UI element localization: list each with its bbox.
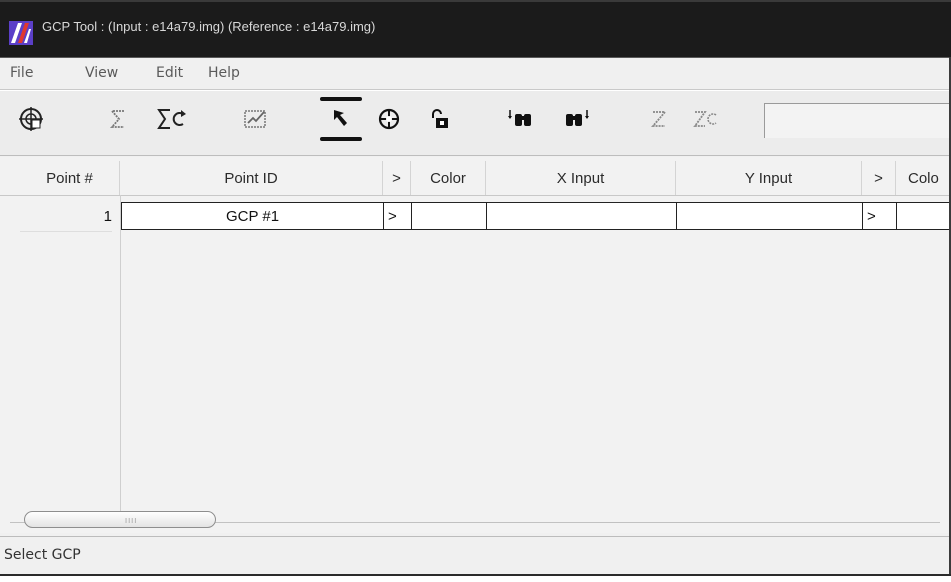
window-bottom-border xyxy=(0,574,951,582)
menu-view[interactable]: View xyxy=(85,65,118,81)
sigma-refresh-icon[interactable] xyxy=(156,103,188,135)
gcp-tool-window: GCP Tool : (Input : e14a79.img) (Referen… xyxy=(0,0,951,582)
row-number[interactable]: 1 xyxy=(20,201,112,232)
find-binoculars-up-icon[interactable] xyxy=(505,103,537,135)
column-color[interactable]: Color xyxy=(411,161,486,195)
row-header-divider xyxy=(120,195,121,515)
menu-help[interactable]: Help xyxy=(208,65,240,81)
lock-open-icon[interactable] xyxy=(424,103,456,135)
cell-y-input[interactable] xyxy=(677,203,863,229)
toolbar-input-field[interactable] xyxy=(764,103,951,138)
column-color-2[interactable]: Colo xyxy=(896,161,951,195)
menu-file[interactable]: File xyxy=(10,65,33,81)
z-icon[interactable] xyxy=(643,103,675,135)
gcp-table: Point # Point ID > Color X Input Y Input… xyxy=(0,157,951,533)
crosshair-icon[interactable] xyxy=(373,103,405,135)
gcp-properties-icon[interactable] xyxy=(15,103,47,135)
sigma-icon[interactable] xyxy=(102,103,134,135)
cell-color[interactable] xyxy=(412,203,487,229)
chart-check-icon[interactable] xyxy=(240,103,272,135)
column-y-input[interactable]: Y Input xyxy=(676,161,862,195)
cell-color-2[interactable] xyxy=(897,203,951,229)
column-point-number[interactable]: Point # xyxy=(20,161,120,195)
scrollbar-grip: IIII xyxy=(125,517,138,525)
column-arrow-2[interactable]: > xyxy=(862,161,896,195)
menu-bar: File View Edit Help xyxy=(0,57,951,90)
app-logo-icon xyxy=(9,21,33,45)
table-header: Point # Point ID > Color X Input Y Input… xyxy=(0,161,951,196)
status-text: Select GCP xyxy=(4,547,81,563)
column-point-id[interactable]: Point ID xyxy=(120,161,383,195)
window-title: GCP Tool : (Input : e14a79.img) (Referen… xyxy=(42,19,376,34)
column-x-input[interactable]: X Input xyxy=(486,161,676,195)
toolbar xyxy=(0,90,951,156)
cell-x-input[interactable] xyxy=(487,203,677,229)
row-cells: GCP #1 > > xyxy=(121,202,951,230)
status-bar: Select GCP xyxy=(0,536,951,574)
select-arrow-icon[interactable] xyxy=(320,97,362,141)
horizontal-scrollbar-thumb[interactable]: IIII xyxy=(24,511,216,528)
menu-edit[interactable]: Edit xyxy=(156,65,183,81)
cell-arrow-1[interactable]: > xyxy=(384,203,412,229)
z-refresh-icon[interactable] xyxy=(690,103,722,135)
cell-arrow-2[interactable]: > xyxy=(863,203,897,229)
title-bar: GCP Tool : (Input : e14a79.img) (Referen… xyxy=(0,0,951,57)
cell-point-id[interactable]: GCP #1 xyxy=(122,203,384,229)
column-arrow-1[interactable]: > xyxy=(383,161,411,195)
table-row[interactable]: 1 GCP #1 > > xyxy=(0,201,951,232)
find-binoculars-down-icon[interactable] xyxy=(562,103,594,135)
